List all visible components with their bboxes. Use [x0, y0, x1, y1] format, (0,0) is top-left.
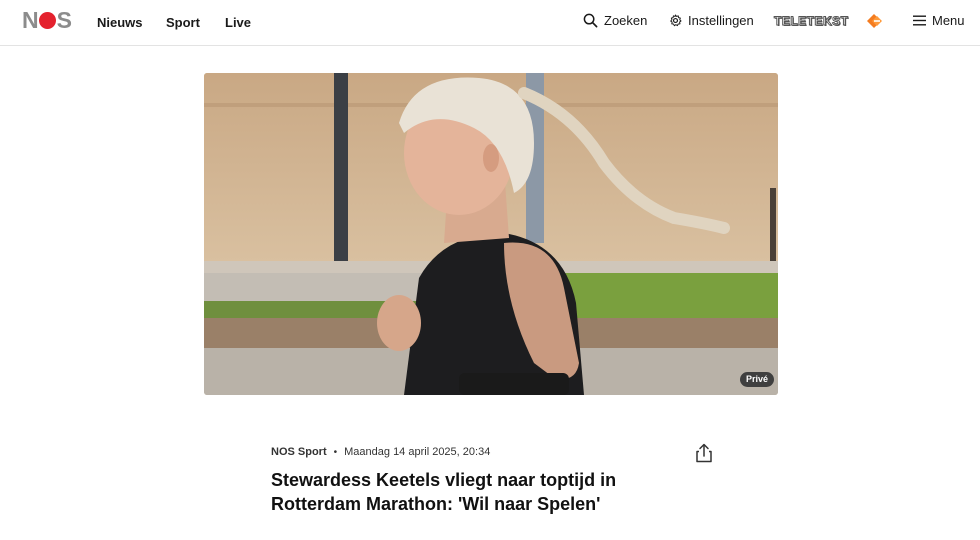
- nav-sport[interactable]: Sport: [166, 0, 200, 45]
- nav-live[interactable]: Live: [225, 0, 251, 45]
- logo-letter-s: S: [56, 6, 72, 33]
- settings-button[interactable]: Instellingen: [669, 0, 754, 41]
- menu-button[interactable]: Menu: [913, 0, 965, 41]
- runner-photo: [204, 73, 778, 395]
- settings-label: Instellingen: [688, 13, 754, 28]
- article-meta: NOS Sport • Maandag 14 april 2025, 20:34: [271, 446, 490, 458]
- nav-nieuws[interactable]: Nieuws: [97, 0, 143, 45]
- article-source[interactable]: NOS Sport: [271, 446, 327, 458]
- teletekst-link[interactable]: TELETEKST: [774, 0, 849, 41]
- nos-logo[interactable]: N S: [22, 6, 72, 33]
- npo-start-link[interactable]: [863, 0, 893, 41]
- share-button[interactable]: [695, 443, 713, 468]
- search-label: Zoeken: [604, 13, 648, 28]
- photo-credit-badge: Privé: [740, 372, 775, 387]
- menu-label: Menu: [932, 13, 965, 28]
- teletekst-logo: TELETEKST: [774, 13, 849, 28]
- share-icon: [696, 443, 712, 463]
- article-date: Maandag 14 april 2025, 20:34: [344, 446, 491, 458]
- search-icon: [583, 13, 598, 28]
- hamburger-icon: [913, 15, 926, 26]
- logo-red-dot: [38, 11, 56, 29]
- gear-icon: [670, 14, 682, 27]
- site-header: N S Nieuws Sport Live Zoeken Instellinge…: [0, 0, 980, 46]
- npo-start-icon: [867, 13, 882, 28]
- hero-image: [204, 73, 778, 395]
- search-button[interactable]: Zoeken: [583, 0, 647, 41]
- logo-letter-n: N: [22, 6, 39, 33]
- article-title: Stewardess Keetels vliegt naar toptijd i…: [271, 470, 617, 514]
- meta-separator: •: [333, 446, 338, 458]
